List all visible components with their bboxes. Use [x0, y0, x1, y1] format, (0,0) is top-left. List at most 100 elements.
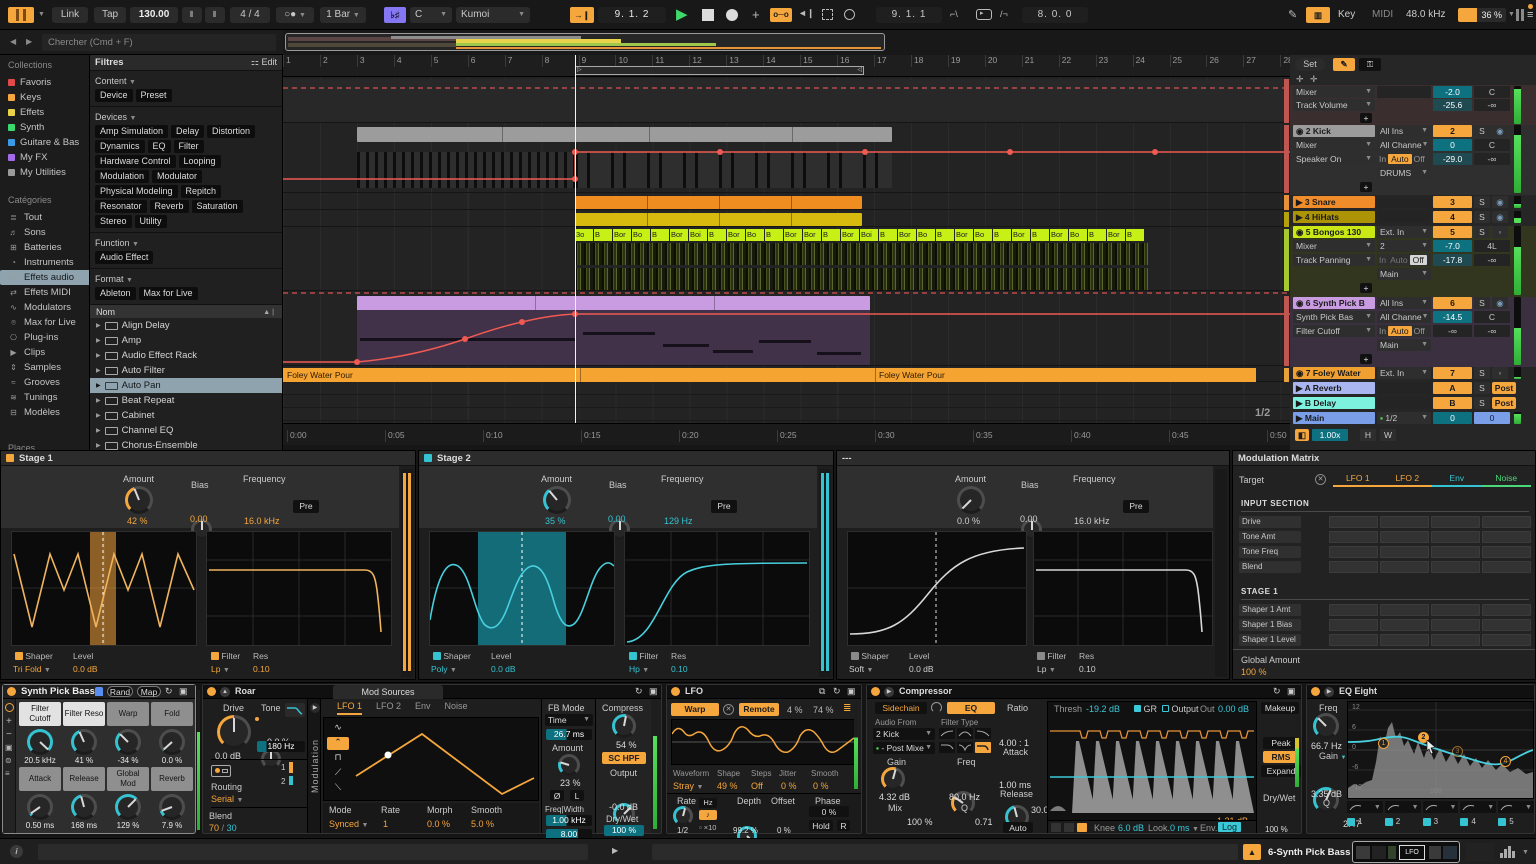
kick-device-chooser[interactable]: Mixer▼	[1293, 139, 1375, 151]
device-chain-tab[interactable]: 6-Synth Pick Bass	[1268, 847, 1350, 858]
main-pan[interactable]: 0	[1474, 412, 1510, 424]
lfo-map-amount1[interactable]: 4 %	[787, 705, 803, 715]
eq-band-enable-checkbox[interactable]	[1498, 818, 1506, 826]
kick-track-number[interactable]: 2	[1433, 125, 1472, 137]
delay-return-header[interactable]: ▶ B Delay	[1293, 397, 1375, 409]
matrix-cell[interactable]	[1329, 561, 1378, 573]
mod-smooth-value[interactable]: 5.0 %	[471, 819, 494, 829]
time-ruler[interactable]: 0:000:050:100:150:200:250:300:350:400:45…	[283, 423, 1290, 445]
category-item[interactable]: ≋ Tunings	[0, 390, 90, 405]
fb-amount-knob[interactable]	[558, 754, 580, 776]
stage3-filter-graph[interactable]	[1033, 531, 1213, 646]
matrix-cell[interactable]	[1431, 516, 1480, 528]
kick-output-chooser[interactable]: DRUMS▼	[1377, 167, 1431, 179]
macro-knob[interactable]	[27, 794, 53, 820]
stop-button[interactable]	[702, 9, 714, 21]
category-item[interactable]: ⊞ Batteries	[0, 240, 90, 255]
thresh-value[interactable]: -19.2 dB	[1086, 704, 1120, 714]
bongos-control-chooser[interactable]: Track Panning▼	[1293, 254, 1375, 266]
sort-icon[interactable]: ▲❘	[263, 308, 276, 316]
comp-q-value[interactable]: 0.71	[975, 817, 993, 827]
lfo-link-icon[interactable]: ⧉	[819, 686, 825, 697]
synth-auto-value2[interactable]: -∞	[1474, 325, 1510, 337]
comp-gain-value[interactable]: 4.32 dB	[879, 792, 910, 802]
device-chain-minimap[interactable]: LFO	[1352, 841, 1460, 863]
search-input[interactable]: Chercher (Cmd + F)	[42, 34, 276, 51]
rack-power-icon[interactable]	[5, 703, 14, 712]
cpu-meter[interactable]: 36 %	[1458, 8, 1506, 22]
category-item[interactable]: ⊣⊢ Effets audio	[0, 270, 90, 285]
eq-band-enable-checkbox[interactable]	[1347, 818, 1355, 826]
peak-button[interactable]: Peak	[1263, 737, 1299, 749]
sc-hpf-button[interactable]: SC HPF	[602, 752, 646, 764]
matrix-source-column[interactable]: Env	[1432, 473, 1482, 487]
kick-add-automation-button[interactable]: +	[1360, 182, 1372, 192]
roar-activator-icon[interactable]	[207, 687, 216, 696]
kick-solo-button[interactable]: S	[1474, 125, 1490, 137]
matrix-cell[interactable]	[1431, 619, 1480, 631]
collection-item[interactable]: My FX	[0, 150, 90, 165]
matrix-cell[interactable]	[1329, 604, 1378, 616]
stage2-frequency-value[interactable]: 129 Hz	[664, 516, 693, 526]
browser-device-row[interactable]: ▶ Beat Repeat	[90, 393, 282, 408]
draw-automation-pencil-icon[interactable]: ✎	[1288, 8, 1297, 21]
kick-control-chooser[interactable]: Speaker On▼	[1293, 153, 1375, 165]
matrix-cell[interactable]	[1380, 516, 1429, 528]
macro-value[interactable]: 41 %	[63, 756, 105, 765]
matrix-cell[interactable]	[1482, 561, 1531, 573]
macro-knob[interactable]	[115, 794, 141, 820]
mod-source-tab[interactable]: Noise	[445, 701, 468, 715]
roar-routing-value[interactable]: Serial ▼	[211, 794, 243, 804]
macro-control[interactable]: Filter Reso 41 %	[63, 702, 105, 765]
reverb-return-header[interactable]: ▶ A Reverb	[1293, 382, 1375, 394]
roar-output-value[interactable]: -0.0 dB	[609, 802, 638, 812]
lfo-shape-value[interactable]: 49 %	[717, 781, 738, 791]
stage2-shaper-type[interactable]: Poly ▼	[431, 664, 457, 674]
browser-forward-icon[interactable]: ▶	[26, 37, 32, 46]
set-locator-button[interactable]: Set	[1295, 58, 1325, 71]
roar-fold-icon[interactable]: ▲	[220, 687, 230, 697]
collection-item[interactable]: Guitare & Bas	[0, 135, 90, 150]
stage3-amount-knob[interactable]	[957, 486, 985, 514]
hihats-solo-button[interactable]: S	[1474, 211, 1490, 223]
synth-monitor-icon[interactable]: ◉	[1492, 297, 1508, 309]
track1-volume[interactable]: -2.0	[1433, 86, 1472, 98]
rack-variations-icon[interactable]: ↻	[165, 686, 173, 697]
lfo-map-target-button[interactable]: Warp	[671, 703, 719, 716]
matrix-cell[interactable]	[1482, 546, 1531, 558]
eq-band-filter-chooser[interactable]: ▼	[1498, 801, 1534, 813]
eq-band-enable-checkbox[interactable]	[1460, 818, 1468, 826]
lfo-wave-display[interactable]	[671, 719, 857, 765]
expand-triangle-icon[interactable]: ▶	[96, 412, 101, 419]
roar-save-icon[interactable]: ▣	[649, 686, 658, 697]
sidechain-tap-chooser[interactable]: ▪ - Post Mixe▼	[873, 742, 935, 754]
name-column-header[interactable]: Nom	[96, 307, 115, 317]
browser-device-row[interactable]: ▶ Auto Filter	[90, 363, 282, 378]
stage3-shaper-graph[interactable]	[847, 531, 1027, 646]
midi-arrangement-overdub-button[interactable]: o─o	[770, 8, 792, 22]
follow-button[interactable]: →❙	[570, 7, 594, 23]
macro-control[interactable]: Global Mod 129 %	[107, 767, 149, 830]
lfo-jitter-value[interactable]: 0 %	[781, 781, 797, 791]
delay-io[interactable]	[1377, 397, 1431, 409]
roar-tone-freq-slider[interactable]: 180 Hz	[257, 741, 305, 752]
matrix-cell[interactable]	[1380, 604, 1429, 616]
mod-source-tab[interactable]: Env	[415, 701, 431, 715]
track1-io-field[interactable]	[1377, 86, 1431, 98]
matrix-cell[interactable]	[1329, 546, 1378, 558]
comp-view-collapse-icon[interactable]	[1051, 823, 1061, 832]
eq-band-filter-chooser[interactable]: ▼	[1423, 801, 1459, 813]
category-item[interactable]: ∿ Modulators	[0, 300, 90, 315]
synth-auto-value[interactable]: -∞	[1433, 325, 1472, 337]
stage3-amount-value[interactable]: 0.0 %	[957, 516, 980, 526]
stage3-frequency-value[interactable]: 16.0 kHz	[1074, 516, 1110, 526]
bongos-track-number[interactable]: 5	[1433, 226, 1472, 238]
arrangement-overview[interactable]	[285, 33, 885, 51]
loop-switch[interactable]: ▸	[976, 9, 992, 20]
tap-tempo-button[interactable]: Tap	[94, 7, 126, 23]
macro-value[interactable]: 20.5 kHz	[19, 756, 61, 765]
matrix-source-column[interactable]: Noise	[1482, 473, 1532, 487]
arrangement-position-field[interactable]: 9. 1. 2	[598, 7, 666, 23]
loop-length-field[interactable]: 8. 0. 0	[1022, 7, 1088, 23]
rack-map-button[interactable]: Map	[137, 686, 161, 697]
